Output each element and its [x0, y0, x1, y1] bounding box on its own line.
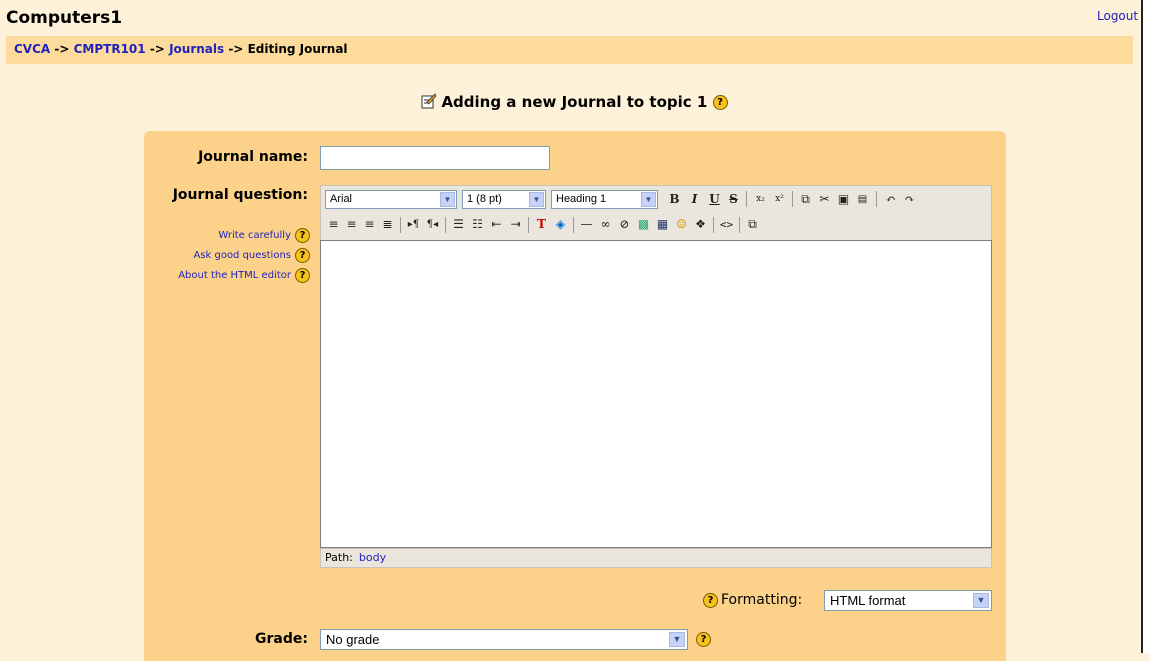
help-icon[interactable]: ? [712, 95, 728, 110]
align-justify-icon[interactable]: ≣ [379, 216, 396, 233]
toolbar-separator [792, 191, 793, 207]
journal-name-label: Journal name: [198, 149, 308, 165]
indent-icon[interactable]: ⇥ [507, 216, 524, 233]
formatting-select[interactable]: HTML format ▼ [824, 590, 992, 611]
breadcrumb-separator: -> [149, 42, 165, 56]
editor-path-bar: Path: body [320, 548, 992, 568]
redo-icon[interactable]: ↷ [901, 191, 918, 208]
edit-icon [421, 93, 437, 113]
unlink-icon[interactable]: ⊘ [616, 216, 633, 233]
chevron-down-icon: ▼ [641, 192, 656, 207]
help-link-ask-good-questions[interactable]: Ask good questions? [150, 246, 310, 266]
help-icon[interactable]: ? [696, 632, 711, 647]
help-icon[interactable]: ? [295, 267, 310, 283]
text-color-icon[interactable]: T [533, 216, 550, 233]
breadcrumb-current: Editing Journal [247, 42, 348, 56]
align-right-icon[interactable]: ≡ [361, 216, 378, 233]
help-link-html-editor[interactable]: About the HTML editor? [150, 266, 310, 286]
heading-select[interactable]: Heading 1 ▼ [551, 190, 658, 209]
breadcrumb-separator: -> [228, 42, 244, 56]
grade-select[interactable]: No grade ▼ [320, 629, 688, 650]
toolbar-separator [746, 191, 747, 207]
toolbar-separator [876, 191, 877, 207]
horizontal-rule-icon[interactable]: — [578, 216, 595, 233]
breadcrumb-separator: -> [54, 42, 70, 56]
cut-icon[interactable]: ✂ [816, 191, 833, 208]
toolbar-separator [713, 217, 714, 233]
copy-icon[interactable]: ⧉ [797, 191, 814, 208]
toolbar-separator [573, 217, 574, 233]
help-link-write-carefully[interactable]: Write carefully? [150, 226, 310, 246]
rtl-icon[interactable]: ¶◂ [424, 216, 441, 233]
paste-icon[interactable]: ▣ [835, 191, 852, 208]
grade-label: Grade: [255, 631, 308, 647]
toolbar-separator [528, 217, 529, 233]
toolbar-separator [445, 217, 446, 233]
breadcrumb: CVCA -> CMPTR101 -> Journals -> Editing … [6, 36, 1133, 64]
subscript-icon[interactable]: x₂ [752, 191, 769, 208]
superscript-icon[interactable]: x² [771, 191, 788, 208]
path-body-link[interactable]: body [359, 551, 386, 564]
site-title: Computers1 [6, 8, 123, 28]
chevron-down-icon: ▼ [973, 593, 989, 608]
align-center-icon[interactable]: ≡ [343, 216, 360, 233]
underline-icon[interactable]: U [706, 191, 723, 208]
align-left-icon[interactable]: ≡ [325, 216, 342, 233]
formatting-label: ? Formatting: [703, 592, 802, 608]
path-label: Path: [325, 551, 353, 564]
help-icon[interactable]: ? [703, 592, 718, 608]
toolbar-separator [739, 217, 740, 233]
undo-icon[interactable]: ↶ [882, 191, 899, 208]
font-select[interactable]: Arial ▼ [325, 190, 457, 209]
page-title-text: Adding a new Journal to topic 1 [441, 93, 708, 111]
html-source-icon[interactable]: <> [718, 216, 735, 233]
special-char-icon[interactable]: ❖ [692, 216, 709, 233]
breadcrumb-item-journals[interactable]: Journals [169, 42, 224, 56]
paste-word-icon[interactable]: ▤ [854, 191, 871, 208]
font-size-select[interactable]: 1 (8 pt) ▼ [462, 190, 546, 209]
breadcrumb-item-cvca[interactable]: CVCA [14, 42, 50, 56]
breadcrumb-item-course[interactable]: CMPTR101 [74, 42, 146, 56]
help-icon[interactable]: ? [295, 227, 310, 243]
logout-link[interactable]: Logout [1097, 9, 1138, 23]
chevron-down-icon: ▼ [440, 192, 455, 207]
journal-name-input[interactable] [320, 146, 550, 170]
link-icon[interactable]: ∞ [597, 216, 614, 233]
strikethrough-icon[interactable]: S [725, 191, 742, 208]
chevron-down-icon: ▼ [529, 192, 544, 207]
fullscreen-icon[interactable]: ⧉ [744, 216, 761, 233]
bold-icon[interactable]: B [666, 191, 683, 208]
editor-content-area[interactable] [320, 240, 992, 548]
smiley-icon[interactable]: ☺ [673, 216, 690, 233]
background-color-icon[interactable]: ◈ [552, 216, 569, 233]
ordered-list-icon[interactable]: ☰ [450, 216, 467, 233]
toolbar-separator [400, 217, 401, 233]
help-links: Write carefully? Ask good questions? Abo… [150, 226, 310, 286]
editor-toolbar: Arial ▼ 1 (8 pt) ▼ Heading 1 ▼ B I U S x₂ x… [320, 185, 992, 241]
help-icon[interactable]: ? [295, 247, 310, 263]
ltr-icon[interactable]: ▸¶ [405, 216, 422, 233]
unordered-list-icon[interactable]: ☷ [469, 216, 486, 233]
outdent-icon[interactable]: ⇤ [488, 216, 505, 233]
chevron-down-icon: ▼ [669, 632, 685, 647]
italic-icon[interactable]: I [686, 191, 703, 208]
image-icon[interactable]: ▩ [635, 216, 652, 233]
journal-question-label: Journal question: [172, 187, 308, 203]
page-title: Adding a new Journal to topic 1 ? [0, 93, 1149, 113]
table-icon[interactable]: ▦ [654, 216, 671, 233]
